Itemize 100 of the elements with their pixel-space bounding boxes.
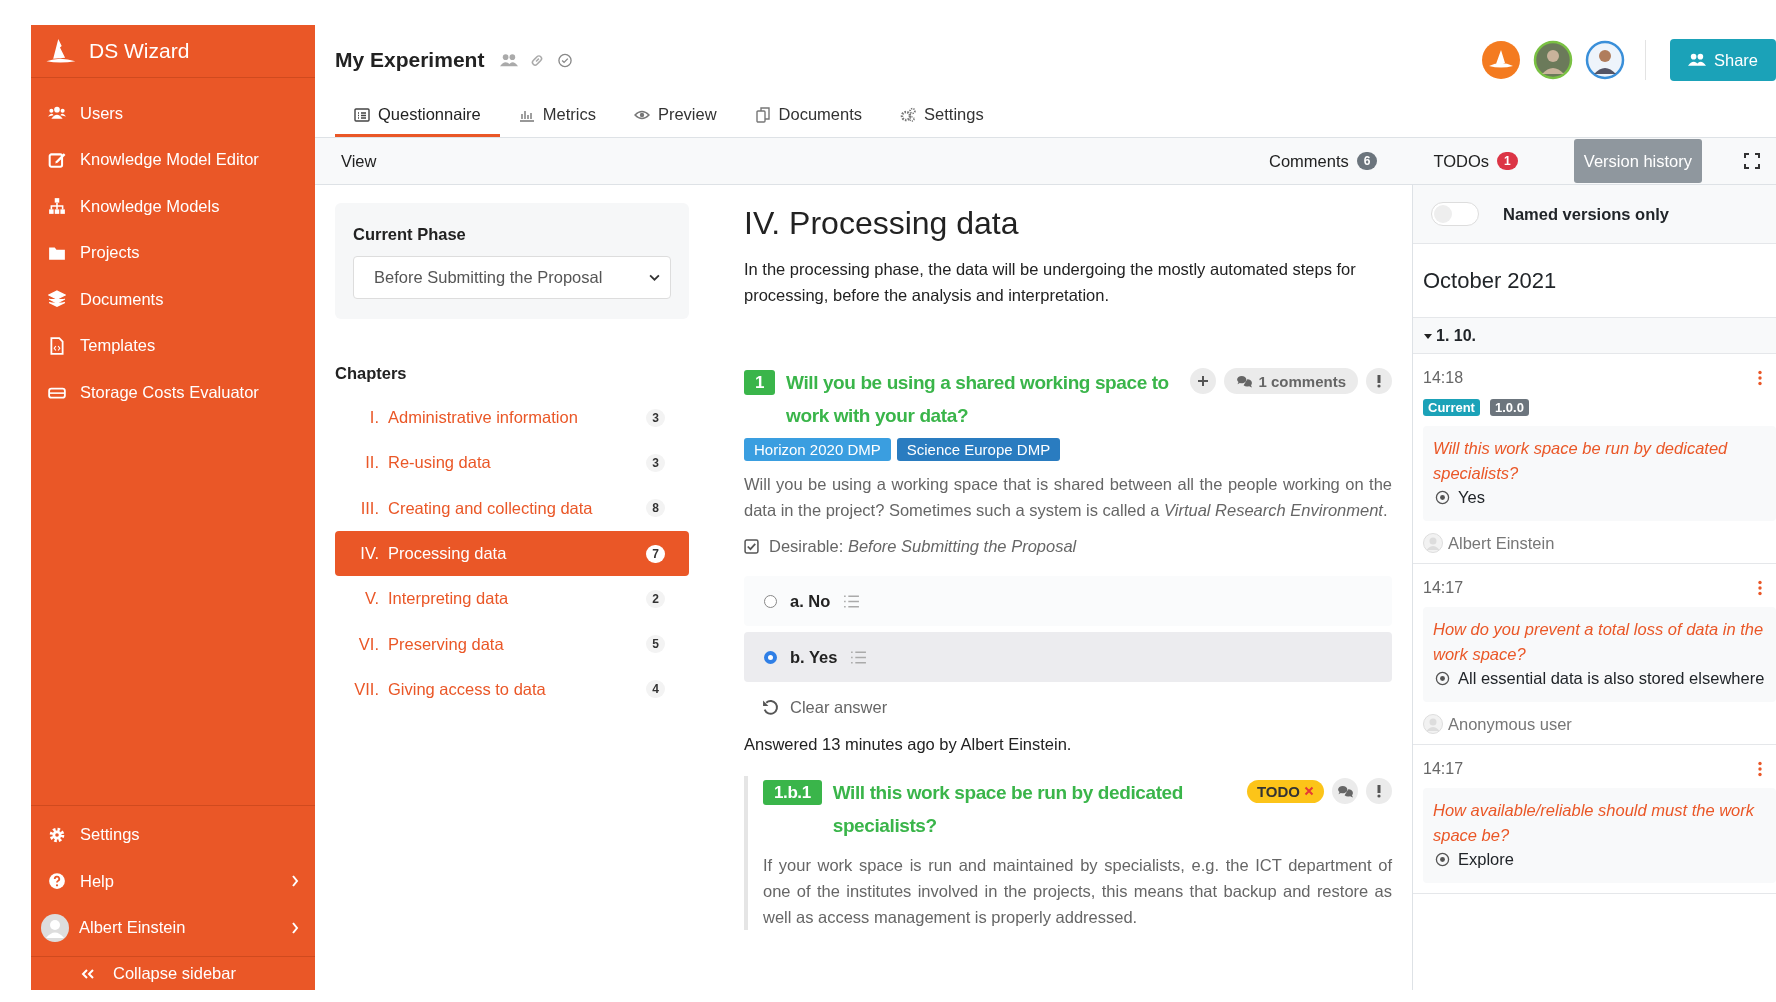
count-badge: 7	[646, 544, 665, 563]
question-description: Will you be using a working space that is shared between all the people working on the data in the project? Sometimes such a system is called a Virtual Research Environment.	[744, 474, 1392, 521]
sidebar-item[interactable]: Projects	[31, 229, 315, 276]
radio-selected-icon	[1435, 852, 1450, 867]
close-icon[interactable]	[1304, 786, 1314, 796]
tab[interactable]: Documents	[735, 95, 882, 137]
count-badge: 8	[646, 499, 665, 518]
desirable-note: Desirable: Before Submitting the Proposal	[769, 537, 1077, 556]
sidebar-item[interactable]: Knowledge Models	[31, 183, 315, 230]
sidebar-item[interactable]: Templates	[31, 322, 315, 369]
gear-icon	[48, 825, 66, 844]
kebab-menu-icon[interactable]	[1758, 370, 1762, 386]
chapter-item[interactable]: VI. Preserving data 5	[335, 621, 689, 667]
chapter-item[interactable]: III. Creating and collecting data 8	[335, 485, 689, 531]
sidebar-item[interactable]: Users	[31, 90, 315, 137]
comments-icon	[1236, 374, 1254, 388]
chapter-item[interactable]: II. Re-using data 3	[335, 440, 689, 486]
question-title: Will you be using a shared working space to work with your data?	[786, 371, 1170, 428]
question-title: Will this work space be run by dedicated specialists?	[832, 781, 1184, 838]
sidebar-item[interactable]: Documents	[31, 276, 315, 323]
toggle-label: Named versions only	[1503, 204, 1669, 224]
chapter-item[interactable]: I. Administrative information 3	[335, 395, 689, 441]
toggle-switch[interactable]	[1431, 202, 1479, 226]
phase-select[interactable]: Before Submitting the Proposal	[353, 256, 671, 299]
kebab-menu-icon[interactable]	[1758, 580, 1762, 596]
chapter-item[interactable]: IV. Processing data 7	[335, 530, 689, 577]
chapter-item[interactable]: VII. Giving access to data 4	[335, 666, 689, 713]
radio-selected-icon	[1435, 490, 1450, 505]
changed-question: How available/reliable should must the work space be?	[1433, 800, 1756, 846]
version-tag: 1.0.0	[1489, 399, 1529, 416]
chapter-title: Creating and collecting data	[388, 498, 594, 518]
tab[interactable]: Metrics	[499, 95, 615, 137]
answer-option[interactable]: b. Yes	[744, 632, 1392, 682]
todo-badge: TODO	[1246, 779, 1324, 803]
answered-note: Answered 13 minutes ago by Albert Einstein.	[744, 735, 1073, 754]
list-icon	[850, 650, 868, 664]
changed-question: How do you prevent a total loss of data in the work space?	[1433, 619, 1765, 665]
chapters-heading: Chapters	[335, 364, 408, 383]
radio-button[interactable]	[764, 594, 777, 608]
count-badge: 5	[646, 635, 665, 654]
question-number: 1.b.1	[763, 780, 822, 805]
edit-icon	[48, 150, 66, 169]
copy-icon	[754, 106, 771, 123]
add-button[interactable]	[1190, 368, 1217, 394]
fullscreen-icon[interactable]	[1744, 153, 1760, 169]
avatar-icon	[41, 913, 69, 942]
event-time: 14:18	[1423, 369, 1464, 387]
check-circle-icon	[556, 52, 575, 68]
count-badge: 3	[646, 453, 665, 472]
clear-answer-link[interactable]: Clear answer	[744, 688, 1392, 717]
sidebar-item[interactable]: Storage Costs Evaluator	[31, 369, 315, 416]
layers-icon	[48, 290, 66, 309]
user-name: Albert Einstein	[1448, 533, 1555, 553]
question-description: If your work space is run and maintained by specialists, e.g. the ICT department of one of the institutes involved in the projects, this means that backup and restore as well as access management is properly addressed.	[763, 855, 1392, 928]
chapter-number: I.	[368, 408, 379, 428]
changed-answer: Explore	[1458, 850, 1514, 869]
chapter-title: Preserving data	[388, 634, 505, 654]
todos-button[interactable]: TODOs 1	[1433, 151, 1518, 171]
avatar-icon	[1533, 40, 1573, 80]
avatar-icon	[1481, 40, 1521, 80]
double-chevron-left-icon	[81, 968, 95, 979]
sidebar-item[interactable]: Help	[31, 858, 315, 905]
users-icon	[1688, 53, 1706, 67]
phase-label: Current Phase	[353, 225, 467, 244]
chapter-number: II.	[364, 453, 379, 473]
flag-button[interactable]	[1366, 778, 1392, 804]
radio-selected-icon	[1435, 671, 1450, 686]
count-badge: 4	[646, 680, 665, 699]
comments-button[interactable]: Comments 6	[1269, 151, 1378, 171]
view-menu[interactable]: View	[341, 151, 377, 171]
file-code-icon	[48, 336, 66, 355]
profile-menu-item[interactable]: Albert Einstein	[31, 904, 315, 951]
undo-icon	[762, 699, 779, 716]
sidebar-item[interactable]: Settings	[31, 811, 315, 858]
collapse-sidebar-link[interactable]: Collapse sidebar	[31, 956, 315, 990]
comments-button[interactable]	[1332, 778, 1358, 804]
kebab-menu-icon[interactable]	[1758, 761, 1762, 777]
tab[interactable]: Settings	[881, 95, 1003, 137]
radio-button[interactable]	[764, 650, 777, 664]
exclamation-icon	[1377, 784, 1381, 798]
chapter-title: Administrative information	[388, 408, 579, 428]
answer-option[interactable]: a. No	[744, 576, 1392, 626]
count-badge: 3	[646, 408, 665, 427]
event-time: 14:17	[1423, 760, 1464, 778]
tag: Science Europe DMP	[896, 438, 1061, 461]
user-name: Anonymous user	[1448, 714, 1572, 734]
sidebar-item[interactable]: Knowledge Model Editor	[31, 136, 315, 183]
tag: Horizon 2020 DMP	[744, 438, 891, 461]
chapter-heading: IV. Processing data	[744, 205, 1020, 242]
chapter-title: Giving access to data	[388, 679, 547, 699]
sitemap-icon	[48, 197, 66, 216]
day-group-header[interactable]: 1. 10.	[1413, 318, 1776, 354]
chapter-item[interactable]: V. Interpreting data 2	[335, 576, 689, 622]
list-icon	[354, 106, 370, 123]
count-badge: 1	[1497, 152, 1518, 170]
flag-button[interactable]	[1366, 368, 1392, 394]
comments-button[interactable]: 1 comments	[1224, 368, 1358, 394]
changed-answer: Yes	[1458, 488, 1485, 507]
tab[interactable]: Preview	[614, 95, 736, 137]
comments-icon	[1336, 784, 1354, 798]
